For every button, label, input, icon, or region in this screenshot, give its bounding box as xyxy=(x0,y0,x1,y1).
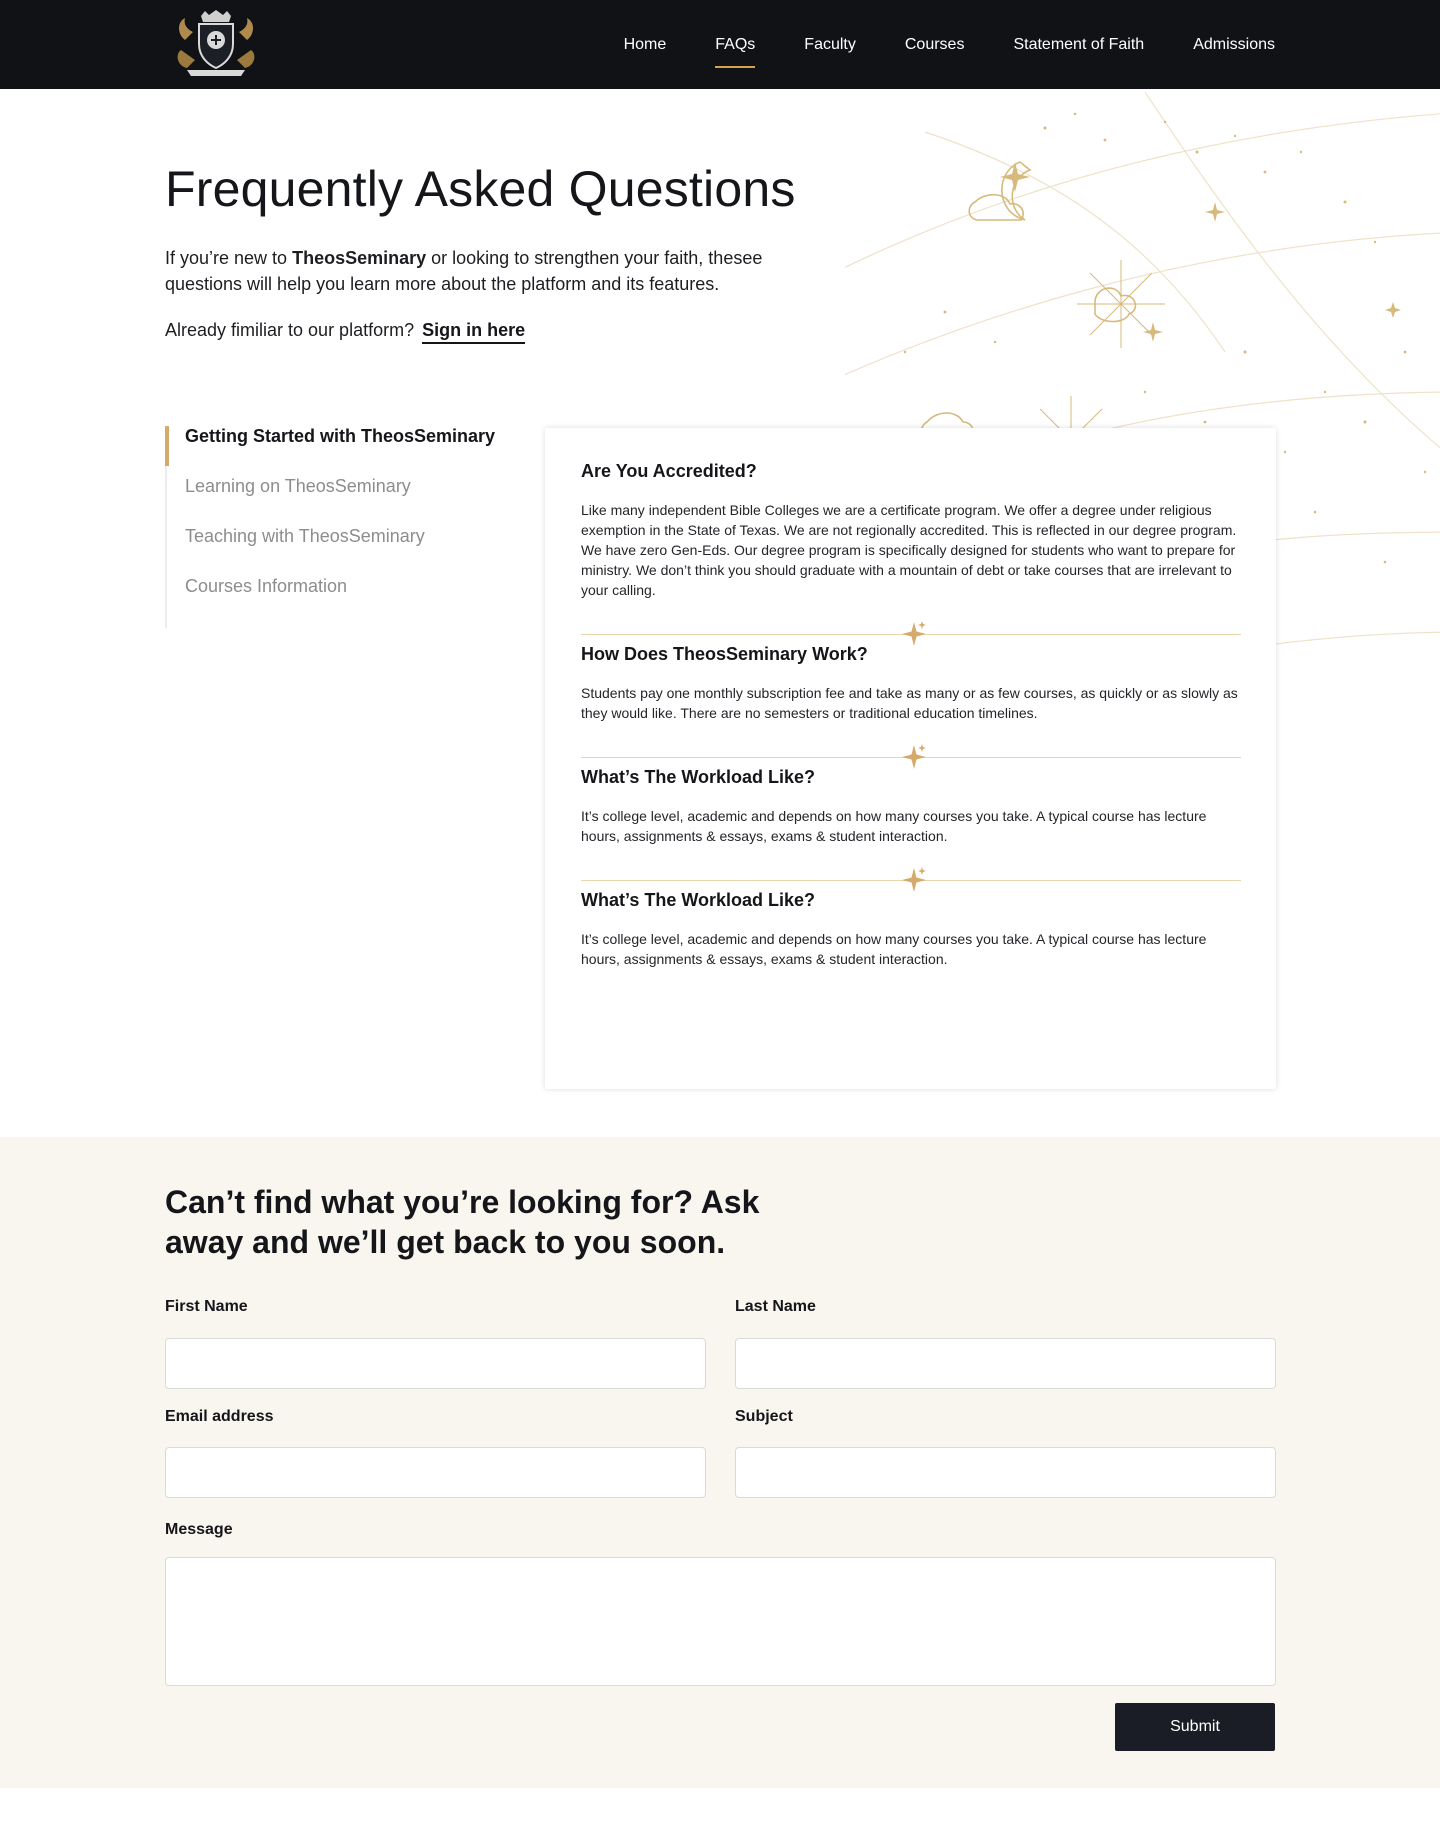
category-courses-information[interactable]: Courses Information xyxy=(167,577,505,628)
contact-section: Can’t find what you’re looking for? Ask … xyxy=(0,1137,1440,1788)
faq-item: How Does TheosSeminary Work? Students pa… xyxy=(581,644,1241,723)
nav-faqs-link[interactable]: FAQs xyxy=(715,36,756,68)
last-name-label: Last Name xyxy=(735,1298,816,1315)
intro-before: If you’re new to xyxy=(165,248,293,268)
faq-answer: Like many independent Bible Colleges we … xyxy=(581,502,1237,598)
brand-name: TheosSeminary xyxy=(292,248,427,268)
nav-home-link[interactable]: Home xyxy=(624,36,667,54)
last-name-input[interactable] xyxy=(735,1338,1276,1389)
first-name-input[interactable] xyxy=(165,1338,706,1389)
email-label: Email address xyxy=(165,1408,274,1425)
faq-item: What’s The Workload Like? It’s college l… xyxy=(581,890,1241,969)
category-teaching[interactable]: Teaching with TheosSeminary xyxy=(167,527,505,578)
sparkle-icon xyxy=(902,621,926,646)
message-label: Message xyxy=(165,1521,233,1538)
main-menu: Home FAQs Faculty Courses Statement of F… xyxy=(624,0,1275,89)
faq-answer: It’s college level, academic and depends… xyxy=(581,931,1207,967)
category-getting-started[interactable]: Getting Started with TheosSeminary xyxy=(165,426,505,478)
email-input[interactable] xyxy=(165,1447,706,1498)
faq-card: Are You Accredited? Like many independen… xyxy=(545,428,1276,1089)
message-textarea[interactable] xyxy=(165,1557,1276,1686)
category-learning[interactable]: Learning on TheosSeminary xyxy=(167,477,505,528)
intro-text: If you’re new to TheosSeminary or lookin… xyxy=(165,245,805,297)
signin-link[interactable]: Sign in here xyxy=(422,320,526,344)
top-navbar: Home FAQs Faculty Courses Statement of F… xyxy=(0,0,1440,89)
faq-question: Are You Accredited? xyxy=(581,461,757,481)
first-name-label: First Name xyxy=(165,1298,248,1315)
faq-divider xyxy=(581,866,1241,892)
signin-prompt: Already fimiliar to our platform? xyxy=(165,320,415,340)
crest-logo[interactable] xyxy=(171,10,261,78)
nav-courses-link[interactable]: Courses xyxy=(905,36,965,54)
nav-statement-of-faith-link[interactable]: Statement of Faith xyxy=(1013,36,1144,54)
signin-row: Already fimiliar to our platform? Sign i… xyxy=(165,320,526,344)
faq-answer: Students pay one monthly subscription fe… xyxy=(581,685,1238,721)
contact-title: Can’t find what you’re looking for? Ask … xyxy=(165,1184,760,1260)
nav-faculty-link[interactable]: Faculty xyxy=(804,36,856,54)
faq-answer: It’s college level, academic and depends… xyxy=(581,808,1207,844)
nav-admissions-link[interactable]: Admissions xyxy=(1193,36,1275,54)
page-title: Frequently Asked Questions xyxy=(165,161,796,217)
subject-input[interactable] xyxy=(735,1447,1276,1498)
subject-label: Subject xyxy=(735,1408,793,1425)
faq-divider xyxy=(581,620,1241,646)
faq-divider xyxy=(581,743,1241,769)
submit-button[interactable]: Submit xyxy=(1115,1703,1275,1751)
faq-item: What’s The Workload Like? It’s college l… xyxy=(581,767,1241,846)
faq-item: Are You Accredited? Like many independen… xyxy=(581,461,1241,600)
faq-category-nav: Getting Started with TheosSeminary Learn… xyxy=(165,426,505,628)
sparkle-icon xyxy=(902,867,926,892)
sparkle-icon xyxy=(902,744,926,769)
